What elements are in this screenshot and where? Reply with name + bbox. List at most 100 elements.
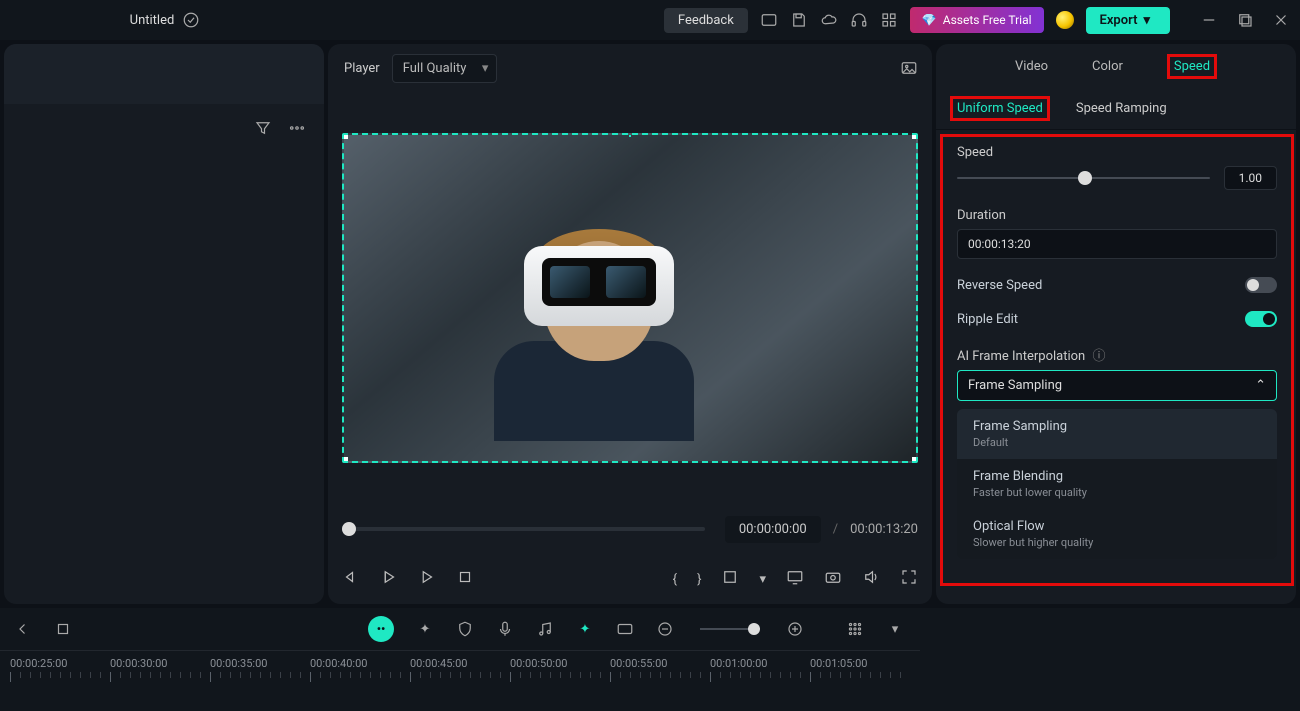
close-icon[interactable] (1272, 11, 1290, 29)
speed-label: Speed (957, 145, 1277, 160)
volume-icon[interactable] (862, 568, 880, 590)
ruler-label: 00:01:00:00 (710, 657, 810, 670)
player-panel: Player Full Quality (328, 44, 932, 604)
dd-sub: Slower but higher quality (973, 536, 1261, 549)
grid-icon[interactable] (846, 620, 864, 638)
chevron-down-icon[interactable]: ▾ (886, 620, 904, 638)
ruler-label: 00:00:45:00 (410, 657, 510, 670)
frame-interp-value: Frame Sampling (968, 378, 1062, 393)
mic-icon[interactable] (496, 620, 514, 638)
ruler-label: 00:00:55:00 (610, 657, 710, 670)
dd-title: Frame Blending (973, 469, 1261, 484)
timeline-back-icon[interactable] (14, 620, 32, 638)
tab-video[interactable]: Video (1015, 59, 1048, 74)
caption-icon[interactable] (616, 620, 634, 638)
zoom-slider[interactable] (700, 628, 760, 630)
stop-icon[interactable] (456, 568, 474, 590)
chevron-down-icon: ▾ (1143, 13, 1150, 28)
reverse-speed-toggle[interactable] (1245, 277, 1277, 293)
feedback-button[interactable]: Feedback (664, 8, 748, 33)
export-label: Export (1100, 13, 1138, 28)
apps-icon[interactable] (880, 11, 898, 29)
info-icon[interactable]: ⓘ (1092, 349, 1105, 364)
image-icon[interactable] (900, 59, 918, 77)
player-label: Player (342, 61, 382, 76)
scrub-handle[interactable] (342, 522, 356, 536)
layout-icon[interactable] (760, 11, 778, 29)
ai-assistant-icon[interactable]: •• (368, 616, 394, 642)
coin-icon[interactable] (1056, 11, 1074, 29)
dropdown-item-optical-flow[interactable]: Optical Flow Slower but higher quality (957, 509, 1277, 559)
fullscreen-icon[interactable] (900, 568, 918, 590)
speed-subtabs: Uniform Speed Speed Ramping (936, 88, 1296, 130)
maximize-icon[interactable] (1236, 11, 1254, 29)
resize-handle[interactable] (912, 457, 918, 463)
crop-icon[interactable] (721, 568, 739, 590)
save-icon[interactable] (790, 11, 808, 29)
export-button[interactable]: Export ▾ (1086, 7, 1170, 34)
sparkle-icon[interactable]: ✦ (416, 620, 434, 638)
zoom-out-icon[interactable] (656, 620, 674, 638)
scrub-track[interactable] (342, 527, 705, 531)
enhance-icon[interactable]: ✦ (576, 620, 594, 638)
ai-frame-interp-text: AI Frame Interpolation (957, 349, 1085, 364)
mark-in-icon[interactable]: { (673, 572, 677, 587)
filter-icon[interactable] (254, 119, 272, 137)
more-icon[interactable] (288, 119, 306, 137)
reverse-speed-label: Reverse Speed (957, 278, 1042, 293)
cloud-icon[interactable] (820, 11, 838, 29)
duration-input[interactable]: 00:00:13:20 (957, 229, 1277, 259)
display-icon[interactable] (786, 568, 804, 590)
resize-handle[interactable] (342, 133, 348, 139)
play-pause-icon[interactable] (380, 568, 398, 590)
timeline-ruler[interactable]: 00:00:25:00 00:00:30:00 00:00:35:00 00:0… (0, 650, 920, 690)
frame-interp-select[interactable]: Frame Sampling ⌃ (957, 370, 1277, 401)
resize-handle[interactable] (342, 457, 348, 463)
subtab-speed-ramping[interactable]: Speed Ramping (1076, 101, 1167, 116)
ruler-label: 00:00:30:00 (110, 657, 210, 670)
subtab-uniform-speed[interactable]: Uniform Speed (950, 96, 1050, 121)
speed-slider-handle[interactable] (1078, 171, 1092, 185)
media-strip (4, 44, 324, 104)
frame-interp-dropdown: Frame Sampling Default Frame Blending Fa… (957, 409, 1277, 559)
quality-select[interactable]: Full Quality (392, 54, 498, 83)
current-time: 00:00:00:00 (725, 516, 821, 543)
dd-sub: Faster but lower quality (973, 486, 1261, 499)
speed-value[interactable]: 1.00 (1224, 166, 1277, 190)
video-frame[interactable] (342, 133, 918, 463)
project-title: Untitled (130, 13, 175, 28)
preview-image (464, 181, 724, 441)
play-icon[interactable] (418, 568, 436, 590)
media-toolbar (4, 104, 324, 152)
player-controls: { } ▾ (328, 554, 932, 604)
mark-out-icon[interactable]: } (697, 572, 701, 587)
speed-slider[interactable] (957, 177, 1210, 179)
zoom-handle[interactable] (748, 623, 760, 635)
zoom-in-icon[interactable] (786, 620, 804, 638)
resize-handle[interactable] (912, 133, 918, 139)
chevron-down-icon[interactable]: ▾ (759, 572, 766, 587)
minimize-icon[interactable] (1200, 11, 1218, 29)
snapshot-icon[interactable] (824, 568, 842, 590)
timeline-crop-icon[interactable] (54, 620, 72, 638)
quality-value: Full Quality (403, 61, 467, 76)
ripple-edit-toggle[interactable] (1245, 311, 1277, 327)
prev-frame-icon[interactable] (342, 568, 360, 590)
headphones-icon[interactable] (850, 11, 868, 29)
tab-speed[interactable]: Speed (1167, 54, 1217, 79)
diamond-icon: 💎 (922, 13, 937, 27)
shield-icon[interactable] (456, 620, 474, 638)
chevron-up-icon: ⌃ (1255, 378, 1266, 393)
ruler-label: 00:01:05:00 (810, 657, 910, 670)
total-time: 00:00:13:20 (850, 522, 918, 537)
dropdown-item-frame-sampling[interactable]: Frame Sampling Default (957, 409, 1277, 459)
assets-free-trial-button[interactable]: 💎 Assets Free Trial (910, 7, 1044, 33)
assets-free-trial-label: Assets Free Trial (943, 13, 1032, 27)
tab-color[interactable]: Color (1092, 59, 1123, 74)
dd-sub: Default (973, 436, 1261, 449)
ai-frame-interp-label: AI Frame Interpolation ⓘ (957, 345, 1277, 364)
music-icon[interactable] (536, 620, 554, 638)
media-panel (4, 44, 324, 604)
scrub-row: 00:00:00:00 / 00:00:13:20 (328, 504, 932, 554)
dropdown-item-frame-blending[interactable]: Frame Blending Faster but lower quality (957, 459, 1277, 509)
